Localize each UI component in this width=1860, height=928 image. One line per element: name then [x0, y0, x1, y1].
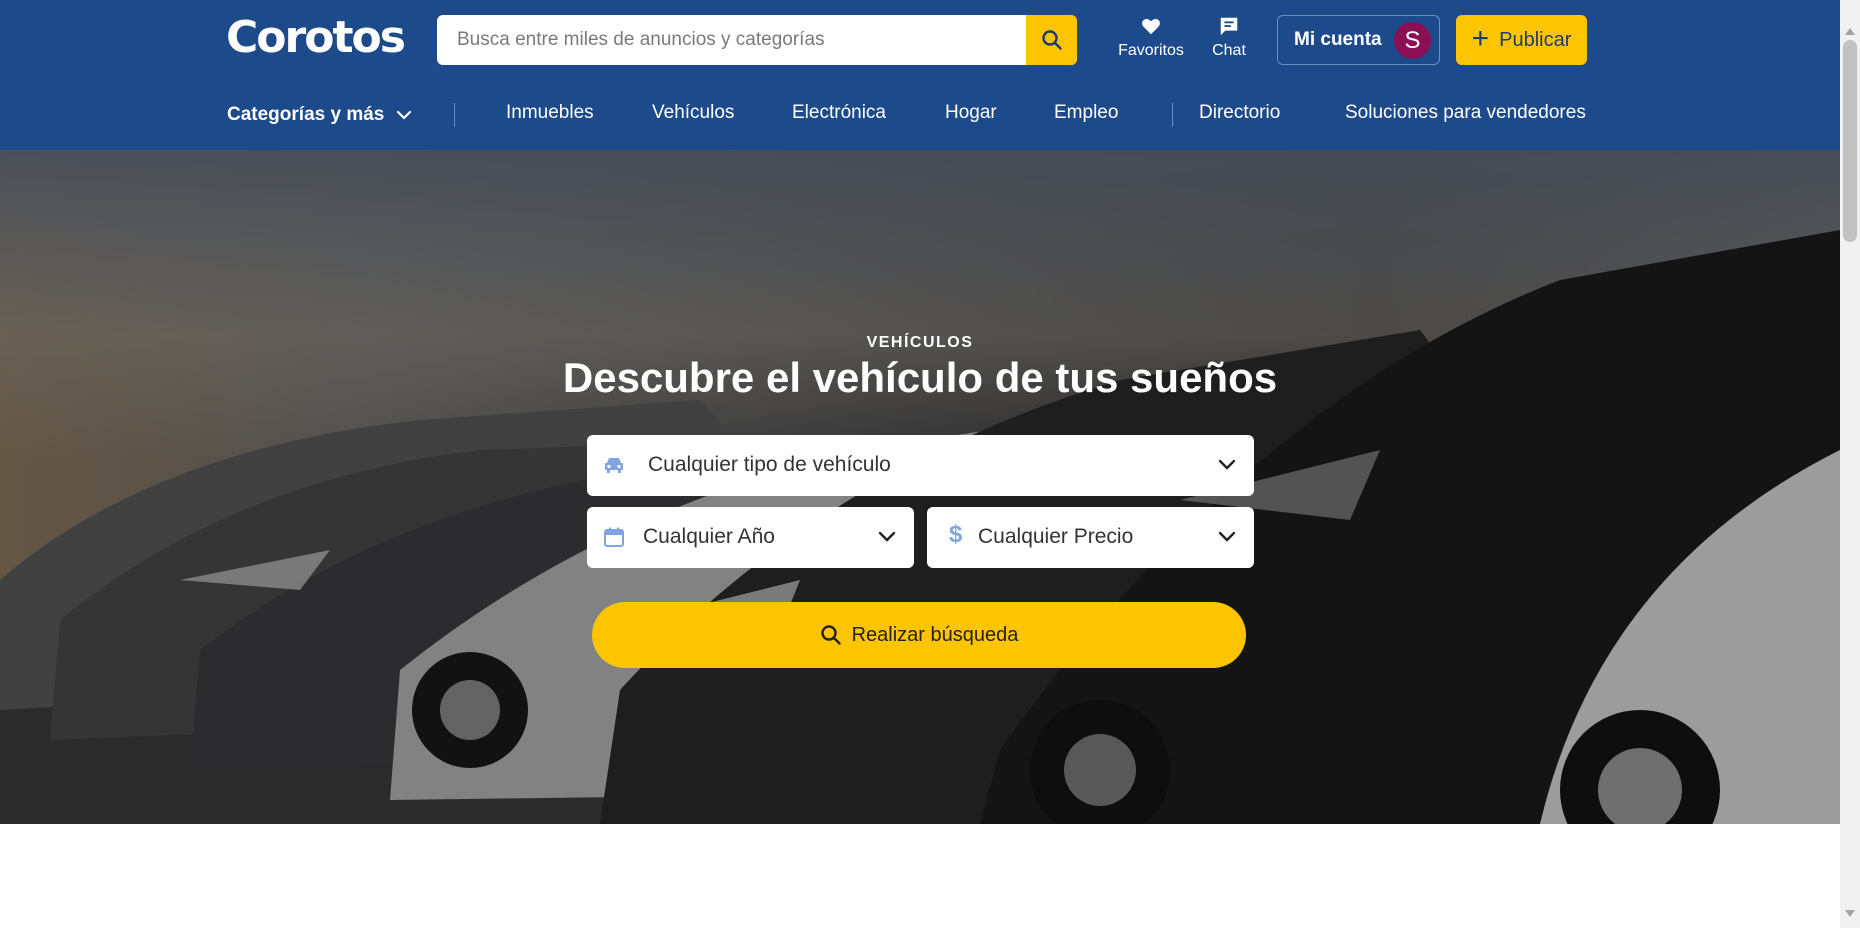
plus-icon: +: [1471, 21, 1490, 55]
year-value: Cualquier Año: [643, 525, 775, 548]
nav-item-directorio[interactable]: Directorio: [1199, 102, 1280, 128]
favorites-link[interactable]: Favoritos: [1113, 14, 1189, 60]
dollar-icon: $: [949, 521, 963, 548]
price-value: Cualquier Precio: [978, 525, 1134, 548]
price-select[interactable]: $ Cualquier Precio: [927, 507, 1254, 568]
nav-item-vehiculos[interactable]: Vehículos: [652, 102, 734, 128]
scroll-down-arrow[interactable]: [1845, 910, 1855, 917]
hero-eyebrow: VEHÍCULOS: [866, 334, 974, 351]
search-bar: [437, 15, 1077, 65]
site-header: Corotos Favoritos Chat Mi cuenta S + Pub…: [0, 0, 1840, 150]
search-submit-label: Realizar búsqueda: [851, 623, 1019, 646]
nav-divider: [1172, 103, 1173, 127]
publish-label: Publicar: [1499, 28, 1572, 51]
search-input[interactable]: [437, 15, 1026, 65]
scroll-up-arrow[interactable]: [1845, 28, 1855, 35]
year-select[interactable]: Cualquier Año: [587, 507, 914, 568]
nav-item-hogar[interactable]: Hogar: [945, 102, 997, 128]
publish-button[interactable]: + Publicar: [1456, 15, 1587, 65]
heart-icon: [1142, 19, 1160, 35]
vehicle-type-value: Cualquier tipo de vehículo: [648, 453, 891, 476]
chevron-down-icon: [878, 531, 896, 542]
corotos-logo[interactable]: Corotos: [226, 12, 406, 63]
car-icon: [605, 458, 623, 473]
search-submit-button[interactable]: Realizar búsqueda: [592, 602, 1246, 668]
calendar-icon: [604, 527, 624, 547]
chevron-down-icon: [397, 110, 412, 120]
vehicle-type-select[interactable]: Cualquier tipo de vehículo: [587, 435, 1254, 496]
chat-label: Chat: [1212, 42, 1246, 59]
account-label: Mi cuenta: [1294, 29, 1382, 50]
nav-item-inmuebles[interactable]: Inmuebles: [506, 102, 594, 128]
account-button[interactable]: Mi cuenta S: [1277, 15, 1440, 65]
nav-item-soluciones-vendedores[interactable]: Soluciones para vendedores: [1345, 102, 1586, 128]
favorites-label: Favoritos: [1118, 42, 1184, 59]
chat-icon: [1220, 17, 1238, 36]
search-icon: [1041, 30, 1062, 50]
chevron-down-icon: [1218, 531, 1236, 542]
scrollbar-thumb[interactable]: [1843, 40, 1857, 242]
nav-item-empleo[interactable]: Empleo: [1054, 102, 1118, 128]
categories-menu[interactable]: Categorías y más: [227, 102, 412, 128]
avatar: S: [1394, 22, 1431, 59]
hero-title: Descubre el vehículo de tus sueños: [562, 354, 1278, 401]
nav-divider: [454, 103, 455, 127]
chevron-down-icon: [1218, 459, 1236, 470]
search-icon: [820, 625, 841, 645]
nav-item-electronica[interactable]: Electrónica: [792, 102, 886, 128]
search-button[interactable]: [1026, 15, 1077, 65]
categories-label: Categorías y más: [227, 104, 385, 125]
chat-link[interactable]: Chat: [1206, 14, 1252, 60]
